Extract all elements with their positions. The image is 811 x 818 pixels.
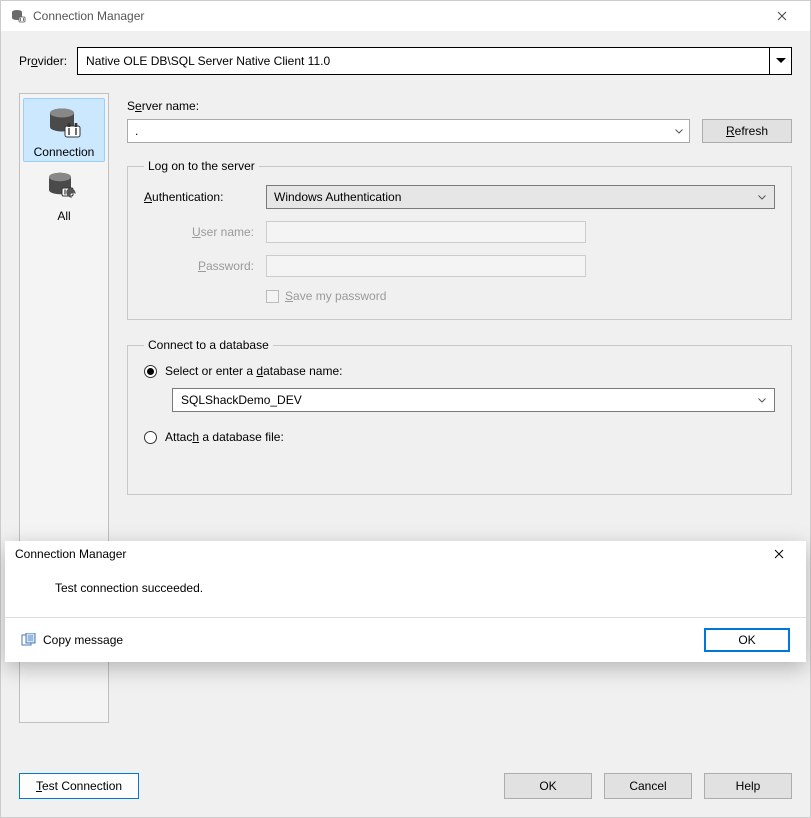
logon-group: Log on to the server Authentication: Win… [127, 159, 792, 320]
database-plug-icon [9, 7, 27, 25]
database-option-select[interactable]: Select or enter a database name: [144, 364, 775, 378]
radio-icon [144, 365, 157, 378]
ok-button[interactable]: OK [504, 773, 592, 799]
window-title: Connection Manager [33, 9, 144, 23]
sidebar-item-label: All [24, 209, 104, 223]
window-close-button[interactable] [762, 2, 802, 30]
chevron-down-icon [754, 186, 770, 208]
database-legend: Connect to a database [144, 338, 273, 352]
popup-titlebar: Connection Manager [5, 541, 806, 567]
authentication-value: Windows Authentication [274, 190, 401, 204]
help-button[interactable]: Help [704, 773, 792, 799]
database-group: Connect to a database Select or enter a … [127, 338, 792, 495]
provider-label: Provider: [19, 54, 67, 68]
username-input [266, 221, 586, 243]
popup-body: Test connection succeeded. [5, 567, 806, 617]
connection-manager-window: Connection Manager Provider: Native OLE … [0, 0, 811, 818]
dialog-body: Provider: Native OLE DB\SQL Server Nativ… [1, 31, 810, 817]
copy-message-label: Copy message [43, 633, 123, 647]
popup-ok-button[interactable]: OK [704, 628, 790, 652]
sidebar-item-connection[interactable]: Connection [23, 98, 105, 162]
server-name-label: Server name: [127, 99, 792, 113]
popup-close-button[interactable] [762, 541, 796, 567]
save-password-checkbox [266, 290, 279, 303]
provider-select[interactable]: Native OLE DB\SQL Server Native Client 1… [77, 47, 792, 75]
provider-row: Provider: Native OLE DB\SQL Server Nativ… [19, 47, 792, 75]
provider-value: Native OLE DB\SQL Server Native Client 1… [86, 54, 330, 68]
database-plug-icon [44, 103, 84, 143]
database-wrench-icon [44, 167, 84, 207]
dialog-button-bar: Test Connection OK Cancel Help [19, 773, 792, 799]
database-option-attach[interactable]: Attach a database file: [144, 430, 775, 444]
cancel-button[interactable]: Cancel [604, 773, 692, 799]
password-input [266, 255, 586, 277]
save-password-row: Save my password [266, 289, 775, 303]
popup-title: Connection Manager [15, 547, 126, 561]
chevron-down-icon [754, 389, 770, 411]
sidebar-item-label: Connection [24, 145, 104, 159]
username-label: User name: [144, 225, 254, 239]
refresh-button[interactable]: Refresh [702, 119, 792, 143]
popup-message: Test connection succeeded. [55, 581, 203, 595]
titlebar: Connection Manager [1, 1, 810, 31]
server-name-value: . [135, 124, 138, 138]
connection-panel: Server name: . Refresh Log on to th [127, 93, 792, 513]
copy-message-link[interactable]: Copy message [21, 633, 123, 647]
test-connection-popup: Connection Manager Test connection succe… [5, 541, 806, 662]
database-name-value: SQLShackDemo_DEV [181, 393, 302, 407]
chevron-down-icon [670, 121, 688, 141]
logon-legend: Log on to the server [144, 159, 259, 173]
password-label: Password: [144, 259, 254, 273]
test-connection-button[interactable]: Test Connection [19, 773, 139, 799]
database-option-select-label: Select or enter a database name: [165, 364, 342, 378]
authentication-select[interactable]: Windows Authentication [266, 185, 775, 209]
copy-icon [21, 633, 37, 647]
database-name-combo[interactable]: SQLShackDemo_DEV [172, 388, 775, 412]
save-password-label: Save my password [285, 289, 386, 303]
sidebar-item-all[interactable]: All [23, 162, 105, 226]
chevron-down-icon [769, 48, 791, 74]
database-option-attach-label: Attach a database file: [165, 430, 284, 444]
popup-button-bar: Copy message OK [5, 617, 806, 662]
radio-icon [144, 431, 157, 444]
server-name-combo[interactable]: . [127, 119, 690, 143]
authentication-label: Authentication: [144, 190, 254, 204]
